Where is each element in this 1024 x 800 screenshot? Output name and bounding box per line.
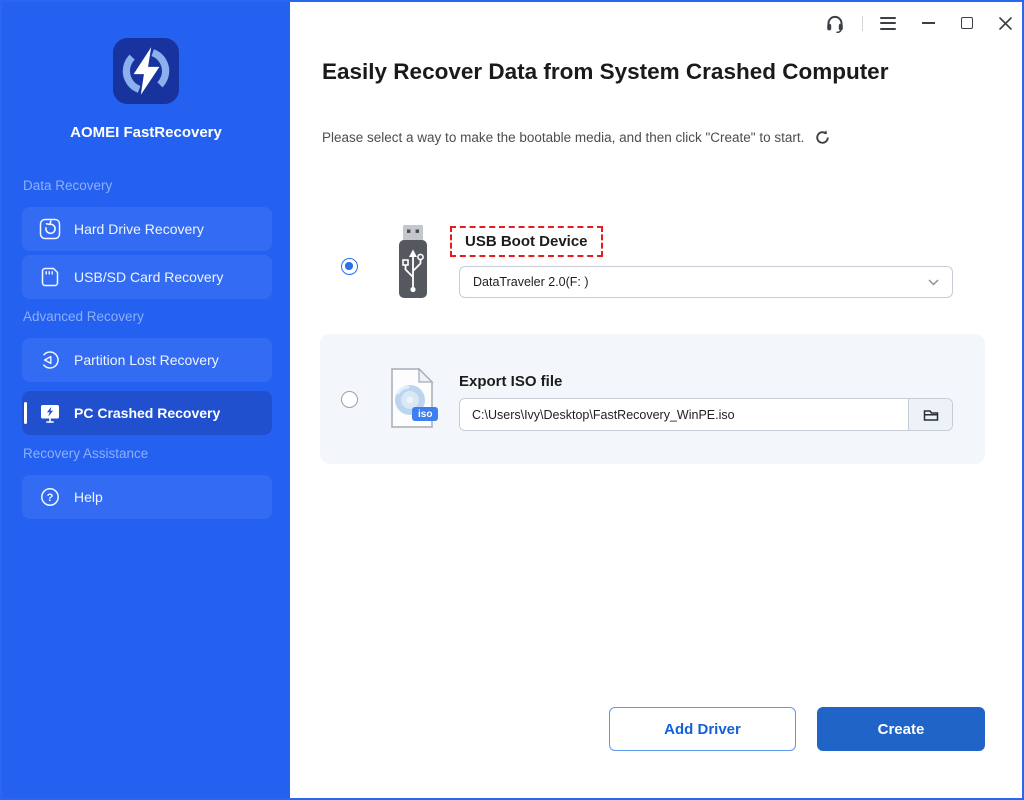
app-logo-icon — [2, 38, 290, 109]
iso-badge: iso — [412, 407, 439, 421]
sidebar-item-label: USB/SD Card Recovery — [74, 269, 224, 285]
partition-icon — [41, 351, 59, 369]
sidebar-item-label: Hard Drive Recovery — [74, 221, 204, 237]
folder-icon — [923, 409, 938, 421]
iso-file-icon: iso — [388, 367, 439, 429]
svg-text:?: ? — [47, 492, 54, 504]
refresh-icon[interactable] — [814, 129, 831, 146]
usb-drive-icon — [393, 223, 433, 308]
iso-path-input[interactable] — [460, 399, 908, 430]
iso-option-radio[interactable] — [341, 391, 358, 408]
hamburger-menu-icon[interactable] — [880, 10, 896, 36]
headset-support-icon[interactable] — [825, 10, 845, 36]
titlebar-divider — [862, 15, 863, 31]
help-icon: ? — [41, 488, 59, 506]
sidebar-item-pc-crashed-recovery[interactable]: PC Crashed Recovery — [22, 391, 272, 435]
usb-boot-device-label: USB Boot Device — [450, 226, 603, 257]
add-driver-button[interactable]: Add Driver — [609, 707, 796, 751]
close-button[interactable] — [999, 10, 1012, 36]
sidebar-item-label: PC Crashed Recovery — [74, 405, 221, 421]
usb-option-radio[interactable] — [341, 258, 358, 275]
app-window: AOMEI FastRecovery Data Recovery Hard Dr… — [0, 0, 1024, 800]
minimize-button[interactable] — [922, 10, 935, 36]
page-title: Easily Recover Data from System Crashed … — [322, 59, 889, 84]
main-content: Easily Recover Data from System Crashed … — [290, 2, 1022, 798]
sidebar-item-hard-drive-recovery[interactable]: Hard Drive Recovery — [22, 207, 272, 251]
sd-card-icon — [41, 267, 59, 287]
titlebar — [825, 10, 1012, 36]
sidebar-item-partition-lost-recovery[interactable]: Partition Lost Recovery — [22, 338, 272, 382]
sidebar-item-label: Partition Lost Recovery — [74, 352, 219, 368]
maximize-button[interactable] — [961, 10, 973, 36]
restore-icon — [39, 218, 61, 240]
section-label-advanced-recovery: Advanced Recovery — [23, 309, 144, 324]
export-iso-panel: iso Export ISO file — [320, 334, 985, 464]
sidebar-item-usb-sd-card-recovery[interactable]: USB/SD Card Recovery — [22, 255, 272, 299]
page-subtitle: Please select a way to make the bootable… — [322, 130, 805, 145]
export-iso-label: Export ISO file — [459, 373, 563, 390]
sidebar-item-help[interactable]: ? Help — [22, 475, 272, 519]
section-label-data-recovery: Data Recovery — [23, 178, 113, 193]
pc-crashed-icon — [41, 405, 59, 423]
sidebar-item-label: Help — [74, 489, 103, 505]
chevron-down-icon — [928, 278, 939, 286]
usb-device-value: DataTraveler 2.0(F: ) — [473, 275, 589, 289]
app-name: AOMEI FastRecovery — [70, 124, 222, 141]
sidebar: AOMEI FastRecovery Data Recovery Hard Dr… — [2, 2, 290, 798]
usb-device-dropdown[interactable]: DataTraveler 2.0(F: ) — [459, 266, 953, 298]
browse-button[interactable] — [908, 399, 952, 430]
create-button[interactable]: Create — [817, 707, 985, 751]
section-label-recovery-assistance: Recovery Assistance — [23, 446, 149, 461]
